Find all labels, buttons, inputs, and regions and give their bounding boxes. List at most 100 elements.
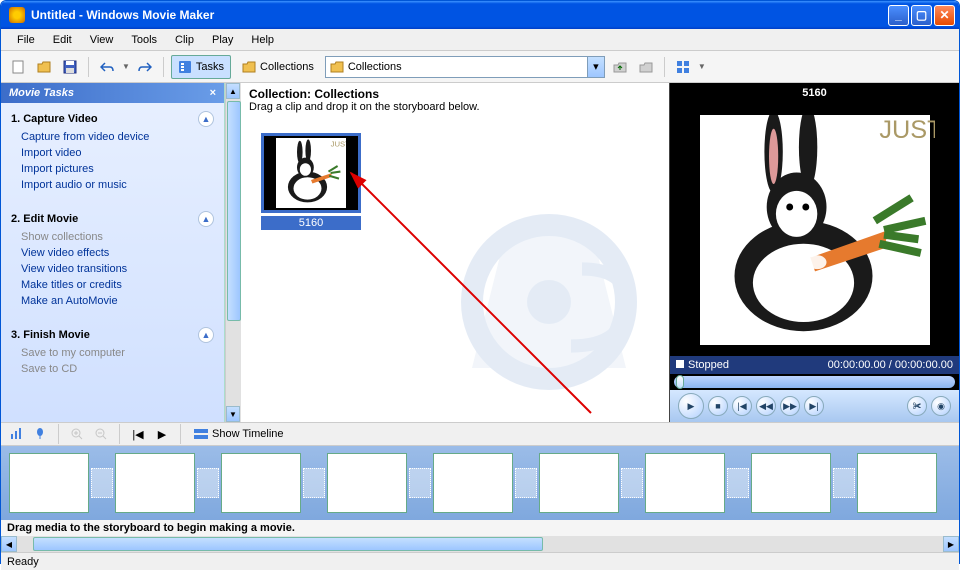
task-section-title: 2. Edit Movie▲ bbox=[11, 209, 214, 229]
seekbar[interactable] bbox=[674, 376, 955, 388]
storyboard-slot[interactable] bbox=[9, 453, 89, 513]
task-link[interactable]: View video transitions bbox=[11, 261, 214, 277]
transition-slot[interactable] bbox=[197, 468, 219, 498]
new-collection-button[interactable] bbox=[635, 56, 657, 78]
transition-slot[interactable] bbox=[727, 468, 749, 498]
task-link[interactable]: Import video bbox=[11, 145, 214, 161]
tasks-panel-header: Movie Tasks × bbox=[1, 83, 224, 103]
seekbar-thumb[interactable] bbox=[676, 375, 684, 389]
dropdown-arrow-icon[interactable]: ▾ bbox=[587, 57, 604, 77]
storyboard-slot[interactable] bbox=[751, 453, 831, 513]
maximize-button[interactable]: ▢ bbox=[911, 5, 932, 26]
transition-slot[interactable] bbox=[833, 468, 855, 498]
save-project-button[interactable] bbox=[59, 56, 81, 78]
task-link[interactable]: View video effects bbox=[11, 245, 214, 261]
preview-video-area: JUST TO SAY bbox=[676, 103, 953, 356]
prev-button[interactable]: |◀ bbox=[732, 396, 752, 416]
new-project-button[interactable] bbox=[7, 56, 29, 78]
playback-status: Stopped bbox=[688, 359, 729, 371]
redo-button[interactable] bbox=[134, 56, 156, 78]
clip-thumbnail[interactable]: JUST TO SAY bbox=[261, 133, 361, 213]
storyboard-slot[interactable] bbox=[433, 453, 513, 513]
undo-dropdown-arrow[interactable]: ▼ bbox=[122, 62, 130, 71]
bunny-image: JUST TO SAY bbox=[276, 138, 346, 208]
task-section: 1. Capture Video▲Capture from video devi… bbox=[1, 103, 224, 203]
transition-slot[interactable] bbox=[409, 468, 431, 498]
play-button[interactable]: ▶ bbox=[678, 393, 704, 419]
chevron-up-icon[interactable]: ▲ bbox=[198, 211, 214, 227]
task-link[interactable]: Import audio or music bbox=[11, 177, 214, 193]
storyboard-slot[interactable] bbox=[857, 453, 937, 513]
menu-play[interactable]: Play bbox=[204, 32, 241, 48]
toolbar: ▼ Tasks Collections Collections ▾ ▼ bbox=[1, 51, 959, 83]
tasks-toggle-label: Tasks bbox=[196, 61, 224, 73]
zoom-out-button[interactable] bbox=[92, 425, 110, 443]
menu-file[interactable]: File bbox=[9, 32, 43, 48]
close-button[interactable]: ✕ bbox=[934, 5, 955, 26]
collections-toggle-button[interactable]: Collections bbox=[235, 55, 321, 79]
storyboard-slot[interactable] bbox=[645, 453, 725, 513]
menu-view[interactable]: View bbox=[82, 32, 122, 48]
transition-slot[interactable] bbox=[303, 468, 325, 498]
scroll-left-button[interactable]: ◀ bbox=[1, 536, 17, 552]
status-text: Ready bbox=[7, 556, 39, 568]
scroll-up-button[interactable]: ▲ bbox=[226, 83, 240, 99]
narrate-button[interactable] bbox=[31, 425, 49, 443]
storyboard-slot[interactable] bbox=[327, 453, 407, 513]
tasks-scrollbar[interactable]: ▲ ▼ bbox=[225, 83, 241, 422]
transition-slot[interactable] bbox=[91, 468, 113, 498]
toolbar-separator bbox=[163, 57, 164, 77]
task-link[interactable]: Make titles or credits bbox=[11, 277, 214, 293]
toolbar-separator bbox=[664, 57, 665, 77]
zoom-in-button[interactable] bbox=[68, 425, 86, 443]
scroll-down-button[interactable]: ▼ bbox=[226, 406, 240, 422]
show-timeline-button[interactable]: Show Timeline bbox=[190, 425, 288, 443]
tasks-icon bbox=[178, 60, 192, 74]
up-folder-button[interactable] bbox=[609, 56, 631, 78]
storyboard-slot[interactable] bbox=[539, 453, 619, 513]
storyboard[interactable] bbox=[1, 446, 959, 520]
stop-button[interactable]: ■ bbox=[708, 396, 728, 416]
chevron-up-icon[interactable]: ▲ bbox=[198, 111, 214, 127]
scrollbar-thumb[interactable] bbox=[33, 537, 543, 551]
rewind-button[interactable]: ◀◀ bbox=[756, 396, 776, 416]
menu-tools[interactable]: Tools bbox=[123, 32, 165, 48]
next-button[interactable]: ▶| bbox=[804, 396, 824, 416]
storyboard-slot[interactable] bbox=[115, 453, 195, 513]
tasks-toggle-button[interactable]: Tasks bbox=[171, 55, 231, 79]
scrollbar-thumb[interactable] bbox=[227, 101, 241, 321]
transition-slot[interactable] bbox=[515, 468, 537, 498]
forward-button[interactable]: ▶▶ bbox=[780, 396, 800, 416]
menubar: File Edit View Tools Clip Play Help bbox=[1, 29, 959, 51]
timeline-toolbar: |◀ ▶ Show Timeline bbox=[1, 422, 959, 446]
svg-text:JUST TO SAY: JUST TO SAY bbox=[331, 139, 346, 148]
storyboard-slot[interactable] bbox=[221, 453, 301, 513]
collections-toggle-label: Collections bbox=[260, 61, 314, 73]
view-mode-button[interactable] bbox=[672, 56, 694, 78]
transition-slot[interactable] bbox=[621, 468, 643, 498]
scroll-right-button[interactable]: ▶ bbox=[943, 536, 959, 552]
view-mode-dropdown-arrow[interactable]: ▼ bbox=[698, 62, 706, 71]
tasks-panel-close-button[interactable]: × bbox=[210, 87, 216, 99]
menu-clip[interactable]: Clip bbox=[167, 32, 202, 48]
audio-levels-button[interactable] bbox=[7, 425, 25, 443]
open-project-button[interactable] bbox=[33, 56, 55, 78]
split-button[interactable]: ✀ bbox=[907, 396, 927, 416]
collections-dropdown[interactable]: Collections ▾ bbox=[325, 56, 605, 78]
task-link[interactable]: Make an AutoMovie bbox=[11, 293, 214, 309]
task-link[interactable]: Import pictures bbox=[11, 161, 214, 177]
minimize-button[interactable]: _ bbox=[888, 5, 909, 26]
menu-edit[interactable]: Edit bbox=[45, 32, 80, 48]
app-icon bbox=[9, 7, 25, 23]
window-title: Untitled - Windows Movie Maker bbox=[29, 8, 886, 22]
task-link[interactable]: Capture from video device bbox=[11, 129, 214, 145]
timeline-play-button[interactable]: ▶ bbox=[153, 425, 171, 443]
timeline-rewind-button[interactable]: |◀ bbox=[129, 425, 147, 443]
chevron-up-icon[interactable]: ▲ bbox=[198, 327, 214, 343]
menu-help[interactable]: Help bbox=[243, 32, 282, 48]
undo-button[interactable] bbox=[96, 56, 118, 78]
clip-label[interactable]: 5160 bbox=[261, 216, 361, 230]
snapshot-button[interactable]: ◉ bbox=[931, 396, 951, 416]
storyboard-scrollbar[interactable]: ◀ ▶ bbox=[1, 536, 959, 552]
task-link: Show collections bbox=[11, 229, 214, 245]
